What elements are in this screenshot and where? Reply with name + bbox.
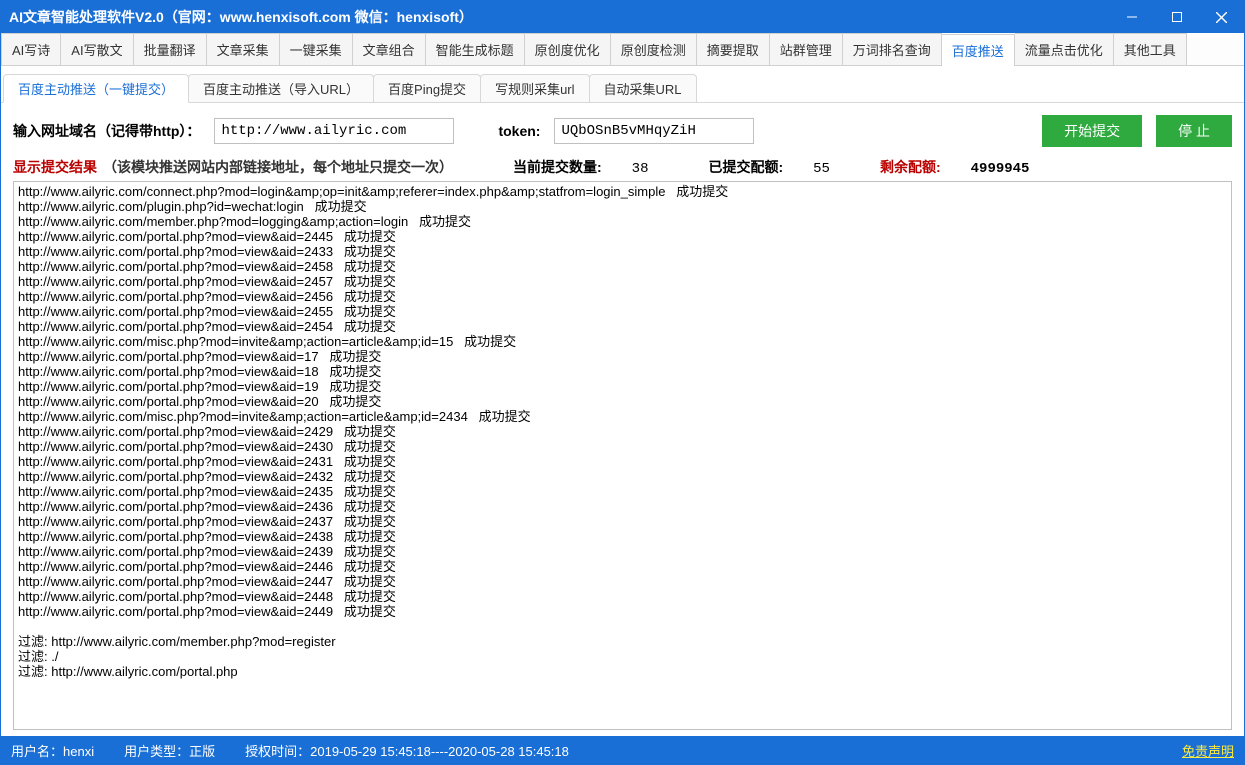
main-tab-1[interactable]: AI写散文 bbox=[61, 33, 133, 65]
token-label: token: bbox=[498, 123, 540, 139]
log-line: http://www.ailyric.com/portal.php?mod=vi… bbox=[18, 364, 1227, 379]
log-line: http://www.ailyric.com/portal.php?mod=vi… bbox=[18, 499, 1227, 514]
log-line: http://www.ailyric.com/portal.php?mod=vi… bbox=[18, 424, 1227, 439]
main-tab-6[interactable]: 智能生成标题 bbox=[426, 33, 525, 65]
log-line: http://www.ailyric.com/portal.php?mod=vi… bbox=[18, 484, 1227, 499]
filter-line: 过滤: http://www.ailyric.com/portal.php bbox=[18, 664, 1227, 679]
sub-tab-2[interactable]: 百度Ping提交 bbox=[373, 74, 481, 102]
main-tab-5[interactable]: 文章组合 bbox=[353, 33, 426, 65]
domain-input[interactable] bbox=[214, 118, 454, 144]
log-line: http://www.ailyric.com/portal.php?mod=vi… bbox=[18, 304, 1227, 319]
disclaimer-link[interactable]: 免责声明 bbox=[1182, 741, 1234, 760]
log-line: http://www.ailyric.com/portal.php?mod=vi… bbox=[18, 259, 1227, 274]
maximize-button[interactable] bbox=[1154, 1, 1199, 33]
token-input[interactable] bbox=[554, 118, 754, 144]
main-tab-14[interactable]: 其他工具 bbox=[1114, 33, 1187, 65]
sub-tab-3[interactable]: 写规则采集url bbox=[480, 74, 589, 102]
sub-tab-1[interactable]: 百度主动推送（导入URL） bbox=[188, 74, 374, 102]
status-bar: 用户名：henxi 用户类型：正版 授权时间：2019-05-29 15:45:… bbox=[1, 736, 1244, 764]
main-tab-13[interactable]: 流量点击优化 bbox=[1015, 33, 1114, 65]
log-line: http://www.ailyric.com/connect.php?mod=l… bbox=[18, 184, 1227, 199]
log-line: http://www.ailyric.com/portal.php?mod=vi… bbox=[18, 574, 1227, 589]
result-hint: （该模块推送网站内部链接地址，每个地址只提交一次） bbox=[103, 157, 453, 177]
log-line: http://www.ailyric.com/portal.php?mod=vi… bbox=[18, 394, 1227, 409]
domain-label: 输入网址域名（记得带http）： bbox=[13, 121, 200, 141]
remain-quota-label: 剩余配额: bbox=[880, 157, 941, 177]
sub-tab-4[interactable]: 自动采集URL bbox=[589, 74, 697, 102]
filter-line: 过滤: http://www.ailyric.com/member.php?mo… bbox=[18, 634, 1227, 649]
status-type: 用户类型：正版 bbox=[124, 741, 215, 760]
submitted-quota-value: 55 bbox=[813, 161, 830, 177]
log-output[interactable]: http://www.ailyric.com/connect.php?mod=l… bbox=[13, 181, 1232, 730]
current-count-label: 当前提交数量: bbox=[513, 157, 602, 177]
log-line: http://www.ailyric.com/portal.php?mod=vi… bbox=[18, 604, 1227, 619]
log-line: http://www.ailyric.com/misc.php?mod=invi… bbox=[18, 409, 1227, 424]
filter-line: 过滤: ./ bbox=[18, 649, 1227, 664]
log-line: http://www.ailyric.com/portal.php?mod=vi… bbox=[18, 274, 1227, 289]
main-tab-4[interactable]: 一键采集 bbox=[280, 33, 353, 65]
main-tab-7[interactable]: 原创度优化 bbox=[525, 33, 611, 65]
log-line: http://www.ailyric.com/portal.php?mod=vi… bbox=[18, 439, 1227, 454]
main-tab-2[interactable]: 批量翻译 bbox=[134, 33, 207, 65]
remain-quota-value: 4999945 bbox=[971, 161, 1030, 177]
sub-tab-bar: 百度主动推送（一键提交）百度主动推送（导入URL）百度Ping提交写规则采集ur… bbox=[1, 66, 1244, 103]
log-line: http://www.ailyric.com/portal.php?mod=vi… bbox=[18, 529, 1227, 544]
log-line: http://www.ailyric.com/portal.php?mod=vi… bbox=[18, 289, 1227, 304]
start-submit-button[interactable]: 开始提交 bbox=[1042, 115, 1142, 147]
stats-row: 显示提交结果 （该模块推送网站内部链接地址，每个地址只提交一次） 当前提交数量:… bbox=[1, 155, 1244, 181]
main-tab-11[interactable]: 万词排名查询 bbox=[843, 33, 942, 65]
log-line: http://www.ailyric.com/portal.php?mod=vi… bbox=[18, 589, 1227, 604]
log-line: http://www.ailyric.com/portal.php?mod=vi… bbox=[18, 454, 1227, 469]
status-auth: 授权时间：2019-05-29 15:45:18----2020-05-28 1… bbox=[245, 741, 569, 760]
main-tab-10[interactable]: 站群管理 bbox=[770, 33, 843, 65]
main-tab-3[interactable]: 文章采集 bbox=[207, 33, 280, 65]
log-line: http://www.ailyric.com/portal.php?mod=vi… bbox=[18, 379, 1227, 394]
log-line: http://www.ailyric.com/plugin.php?id=wec… bbox=[18, 199, 1227, 214]
window-title: AI文章智能处理软件V2.0（官网：www.henxisoft.com 微信：h… bbox=[9, 7, 1109, 27]
log-line: http://www.ailyric.com/portal.php?mod=vi… bbox=[18, 229, 1227, 244]
main-tab-bar: AI写诗AI写散文批量翻译文章采集一键采集文章组合智能生成标题原创度优化原创度检… bbox=[1, 33, 1244, 66]
close-button[interactable] bbox=[1199, 1, 1244, 33]
log-line: http://www.ailyric.com/portal.php?mod=vi… bbox=[18, 559, 1227, 574]
current-count-value: 38 bbox=[632, 161, 649, 177]
log-line: http://www.ailyric.com/portal.php?mod=vi… bbox=[18, 469, 1227, 484]
log-line: http://www.ailyric.com/member.php?mod=lo… bbox=[18, 214, 1227, 229]
log-line: http://www.ailyric.com/portal.php?mod=vi… bbox=[18, 544, 1227, 559]
stop-button[interactable]: 停 止 bbox=[1156, 115, 1232, 147]
main-tab-0[interactable]: AI写诗 bbox=[1, 33, 61, 65]
minimize-button[interactable] bbox=[1109, 1, 1154, 33]
input-row: 输入网址域名（记得带http）： token: 开始提交 停 止 bbox=[1, 103, 1244, 155]
log-line: http://www.ailyric.com/portal.php?mod=vi… bbox=[18, 514, 1227, 529]
log-line: http://www.ailyric.com/portal.php?mod=vi… bbox=[18, 244, 1227, 259]
main-tab-12[interactable]: 百度推送 bbox=[942, 34, 1015, 66]
log-line: http://www.ailyric.com/misc.php?mod=invi… bbox=[18, 334, 1227, 349]
sub-tab-0[interactable]: 百度主动推送（一键提交） bbox=[3, 74, 189, 103]
result-label: 显示提交结果 bbox=[13, 157, 97, 177]
main-tab-8[interactable]: 原创度检测 bbox=[611, 33, 697, 65]
log-line: http://www.ailyric.com/portal.php?mod=vi… bbox=[18, 319, 1227, 334]
title-bar: AI文章智能处理软件V2.0（官网：www.henxisoft.com 微信：h… bbox=[1, 1, 1244, 33]
submitted-quota-label: 已提交配额: bbox=[708, 157, 783, 177]
status-user: 用户名：henxi bbox=[11, 741, 94, 760]
log-line: http://www.ailyric.com/portal.php?mod=vi… bbox=[18, 349, 1227, 364]
main-tab-9[interactable]: 摘要提取 bbox=[697, 33, 770, 65]
